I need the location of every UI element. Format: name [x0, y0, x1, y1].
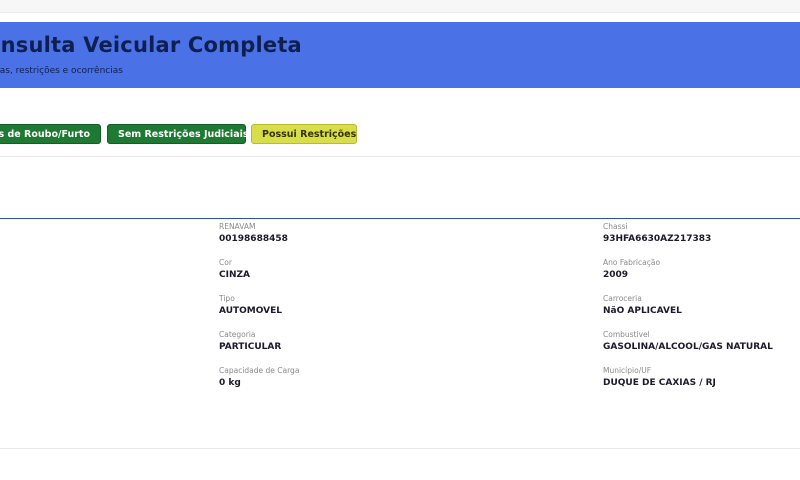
field-cor: Cor CINZA	[219, 258, 250, 280]
status-badge-possui-restricoes[interactable]: Possui Restrições	[251, 124, 357, 144]
page-title: onsulta Veicular Completa	[0, 33, 302, 57]
field-label: Capacidade de Carga	[219, 366, 300, 375]
field-chassi: Chassi 93HFA6630AZ217383	[603, 222, 711, 244]
field-label: Município/UF	[603, 366, 652, 375]
field-label: Ano Fabricação	[603, 258, 661, 267]
field-label: Tipo	[219, 294, 235, 303]
page-subtitle: ultas, restrições e ocorrências	[0, 66, 123, 76]
field-label: RENAVAM	[219, 222, 256, 231]
field-categoria: Categoria PARTICULAR	[219, 330, 281, 352]
field-value: 00198688458	[219, 234, 288, 244]
field-value: PARTICULAR	[219, 342, 282, 352]
field-value: AUTOMOVEL	[219, 306, 282, 316]
field-value: DUQUE DE CAXIAS / RJ	[603, 378, 716, 388]
page-header: onsulta Veicular Completa ultas, restriç…	[0, 22, 800, 88]
section-divider	[0, 156, 800, 157]
field-municipio-uf: Município/UF DUQUE DE CAXIAS / RJ	[603, 366, 716, 388]
field-renavam: RENAVAM 00198688458	[219, 222, 288, 244]
field-label: Combustivel	[603, 330, 650, 339]
field-value: 93HFA6630AZ217383	[603, 234, 712, 244]
field-value: NãO APLICAVEL	[603, 306, 682, 316]
field-combustivel: Combustivel GASOLINA/ALCOOL/GAS NATURAL	[603, 330, 773, 352]
field-value: GASOLINA/ALCOOL/GAS NATURAL	[603, 342, 773, 352]
section-divider-accent	[0, 218, 800, 219]
field-value: 0 kg	[219, 378, 241, 388]
top-strip	[0, 0, 800, 13]
field-ano-fabricacao: Ano Fabricação 2009	[603, 258, 660, 280]
field-value: 2009	[603, 270, 629, 280]
field-capacidade-carga: Capacidade de Carga 0 kg	[219, 366, 299, 388]
section-divider-bottom	[0, 448, 800, 449]
field-label: Chassi	[603, 222, 628, 231]
field-value: CINZA	[219, 270, 250, 280]
status-badge-restricoes-judiciais[interactable]: Sem Restrições Judiciais	[107, 124, 249, 144]
field-label: Carroceria	[603, 294, 642, 303]
field-label: Categoria	[219, 330, 256, 339]
field-label: Cor	[219, 258, 232, 267]
field-tipo: Tipo AUTOMOVEL	[219, 294, 282, 316]
field-carroceria: Carroceria NãO APLICAVEL	[603, 294, 682, 316]
status-badge-roubo-furto[interactable]: ias de Roubo/Furto	[0, 124, 101, 144]
